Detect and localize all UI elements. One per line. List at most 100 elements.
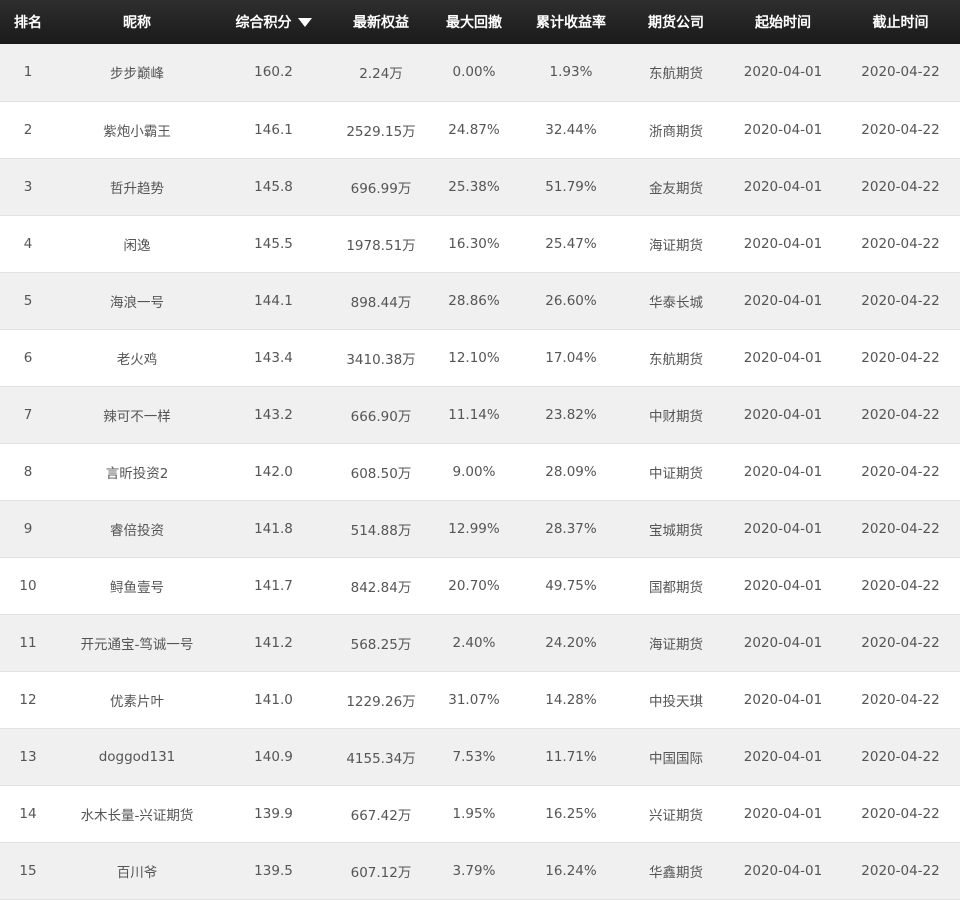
cell-broker: 金友期货 bbox=[649, 180, 703, 197]
cell-start: 2020-04-01 bbox=[743, 292, 823, 309]
cell-start: 2020-04-01 bbox=[743, 862, 823, 879]
cell-nickname[interactable]: 闲逸 bbox=[56, 215, 218, 272]
cell-rank: 3 bbox=[23, 178, 33, 195]
table-row[interactable]: 11 开元通宝-笃诚一号 141.2 568.25万 2.40% 24.20% 海证期货 20… bbox=[0, 614, 960, 671]
header-start[interactable]: 起始时间 bbox=[725, 0, 841, 44]
cell-score: 145.8 bbox=[254, 178, 293, 195]
table-row[interactable]: 8 言昕投资2 142.0 608.50万 9.00% 28.09% 中证期货 2020-04… bbox=[0, 443, 960, 500]
cell-drawdown: 7.53% bbox=[452, 748, 496, 765]
table-row[interactable]: 15 百川爷 139.5 607.12万 3.79% 16.24% 华鑫期货 2020-04-… bbox=[0, 842, 960, 899]
cell-start: 2020-04-01 bbox=[743, 748, 823, 765]
cell-drawdown: 3.79% bbox=[452, 862, 496, 879]
cell-drawdown: 2.40% bbox=[452, 634, 496, 651]
cell-drawdown: 24.87% bbox=[448, 121, 500, 138]
header-score[interactable]: 综合积分 bbox=[218, 0, 329, 44]
table-row[interactable]: 1 步步巅峰 160.2 2.24万 0.00% 1.93% 东航期货 2020-04-01 2… bbox=[0, 44, 960, 101]
cell-nickname[interactable]: 水木长量-兴证期货 bbox=[56, 785, 218, 842]
sort-descending-icon[interactable] bbox=[297, 17, 312, 27]
header-end-label: 截止时间 bbox=[872, 15, 929, 31]
header-return[interactable]: 累计收益率 bbox=[515, 0, 627, 44]
cell-equity: 1229.26万 bbox=[346, 693, 416, 710]
cell-equity: 842.84万 bbox=[350, 579, 412, 596]
cell-end: 2020-04-22 bbox=[861, 691, 940, 708]
cell-start: 2020-04-01 bbox=[743, 805, 823, 822]
cell-nickname[interactable]: doggod131 bbox=[56, 728, 218, 785]
cell-nickname[interactable]: 哲升趋势 bbox=[56, 158, 218, 215]
cell-broker: 华泰长城 bbox=[649, 294, 703, 311]
cell-nickname[interactable]: 开元通宝-笃诚一号 bbox=[56, 614, 218, 671]
cell-end: 2020-04-22 bbox=[861, 748, 940, 765]
cell-end: 2020-04-22 bbox=[861, 463, 940, 480]
cell-rank: 2 bbox=[23, 121, 33, 138]
table-row[interactable]: 5 海浪一号 144.1 898.44万 28.86% 26.60% 华泰长城 2020-04… bbox=[0, 272, 960, 329]
cell-equity: 667.42万 bbox=[350, 807, 412, 824]
cell-nickname[interactable]: 海浪一号 bbox=[56, 272, 218, 329]
table-body: 1 步步巅峰 160.2 2.24万 0.00% 1.93% 东航期货 2020-04-01 2… bbox=[0, 44, 960, 899]
cell-start: 2020-04-01 bbox=[743, 121, 823, 138]
cell-end: 2020-04-22 bbox=[861, 577, 940, 594]
table-row[interactable]: 4 闲逸 145.5 1978.51万 16.30% 25.47% 海证期货 2020-04-… bbox=[0, 215, 960, 272]
cell-end: 2020-04-22 bbox=[861, 406, 940, 423]
cell-rank: 13 bbox=[19, 748, 37, 765]
cell-nickname[interactable]: 紫炮小霸王 bbox=[56, 101, 218, 158]
cell-nickname[interactable]: 优素片叶 bbox=[56, 671, 218, 728]
cell-rank: 4 bbox=[23, 235, 33, 252]
cell-start: 2020-04-01 bbox=[743, 178, 823, 195]
cell-score: 141.7 bbox=[254, 577, 293, 594]
cell-drawdown: 9.00% bbox=[452, 463, 496, 480]
table-row[interactable]: 14 水木长量-兴证期货 139.9 667.42万 1.95% 16.25% 兴证期货 20… bbox=[0, 785, 960, 842]
cell-return: 14.28% bbox=[545, 691, 597, 708]
table-row[interactable]: 12 优素片叶 141.0 1229.26万 31.07% 14.28% 中投天琪 2020-… bbox=[0, 671, 960, 728]
cell-nickname[interactable]: 老火鸡 bbox=[56, 329, 218, 386]
header-end[interactable]: 截止时间 bbox=[841, 0, 960, 44]
cell-broker: 中财期货 bbox=[649, 408, 703, 425]
cell-nickname[interactable]: 步步巅峰 bbox=[56, 44, 218, 101]
table-row[interactable]: 2 紫炮小霸王 146.1 2529.15万 24.87% 32.44% 浙商期货 2020-… bbox=[0, 101, 960, 158]
cell-equity: 568.25万 bbox=[350, 636, 412, 653]
cell-end: 2020-04-22 bbox=[861, 520, 940, 537]
cell-drawdown: 16.30% bbox=[448, 235, 500, 252]
cell-equity: 898.44万 bbox=[350, 294, 412, 311]
header-broker[interactable]: 期货公司 bbox=[627, 0, 725, 44]
cell-score: 160.2 bbox=[254, 64, 293, 81]
cell-nickname[interactable]: 言昕投资2 bbox=[56, 443, 218, 500]
table-row[interactable]: 6 老火鸡 143.4 3410.38万 12.10% 17.04% 东航期货 2020-04… bbox=[0, 329, 960, 386]
header-rank-label: 排名 bbox=[14, 15, 42, 31]
table-row[interactable]: 9 睿倍投资 141.8 514.88万 12.99% 28.37% 宝城期货 2020-04… bbox=[0, 500, 960, 557]
cell-return: 17.04% bbox=[545, 349, 597, 366]
header-broker-label: 期货公司 bbox=[648, 15, 704, 31]
cell-rank: 1 bbox=[23, 64, 33, 81]
table-row[interactable]: 10 鲟鱼壹号 141.7 842.84万 20.70% 49.75% 国都期货 2020-0… bbox=[0, 557, 960, 614]
table-row[interactable]: 13 doggod131 140.9 4155.34万 7.53% 11.71% 中国国际 2… bbox=[0, 728, 960, 785]
cell-score: 139.9 bbox=[254, 805, 293, 822]
cell-equity: 4155.34万 bbox=[346, 750, 416, 767]
cell-return: 11.71% bbox=[545, 748, 597, 765]
cell-nickname[interactable]: 辣可不一样 bbox=[56, 386, 218, 443]
cell-equity: 3410.38万 bbox=[346, 351, 416, 368]
header-nickname[interactable]: 昵称 bbox=[56, 0, 218, 44]
cell-rank: 10 bbox=[19, 577, 37, 594]
cell-equity: 607.12万 bbox=[350, 864, 412, 881]
cell-drawdown: 28.86% bbox=[448, 292, 500, 309]
cell-equity: 2.24万 bbox=[359, 66, 403, 83]
cell-rank: 12 bbox=[19, 691, 37, 708]
cell-broker: 中投天琪 bbox=[649, 693, 703, 710]
cell-end: 2020-04-22 bbox=[861, 292, 940, 309]
cell-nickname[interactable]: 百川爷 bbox=[56, 842, 218, 899]
cell-start: 2020-04-01 bbox=[743, 64, 823, 81]
table-row[interactable]: 7 辣可不一样 143.2 666.90万 11.14% 23.82% 中财期货 2020-0… bbox=[0, 386, 960, 443]
cell-rank: 5 bbox=[23, 292, 33, 309]
table-row[interactable]: 3 哲升趋势 145.8 696.99万 25.38% 51.79% 金友期货 2020-04… bbox=[0, 158, 960, 215]
cell-rank: 8 bbox=[23, 463, 33, 480]
cell-drawdown: 1.95% bbox=[452, 805, 496, 822]
cell-nickname[interactable]: 睿倍投资 bbox=[56, 500, 218, 557]
header-nickname-label: 昵称 bbox=[123, 15, 151, 31]
cell-return: 32.44% bbox=[545, 121, 597, 138]
cell-rank: 15 bbox=[19, 862, 37, 879]
cell-start: 2020-04-01 bbox=[743, 463, 823, 480]
header-rank[interactable]: 排名 bbox=[0, 0, 56, 44]
header-equity[interactable]: 最新权益 bbox=[329, 0, 433, 44]
cell-nickname[interactable]: 鲟鱼壹号 bbox=[56, 557, 218, 614]
cell-return: 1.93% bbox=[549, 64, 593, 81]
header-drawdown[interactable]: 最大回撤 bbox=[433, 0, 515, 44]
